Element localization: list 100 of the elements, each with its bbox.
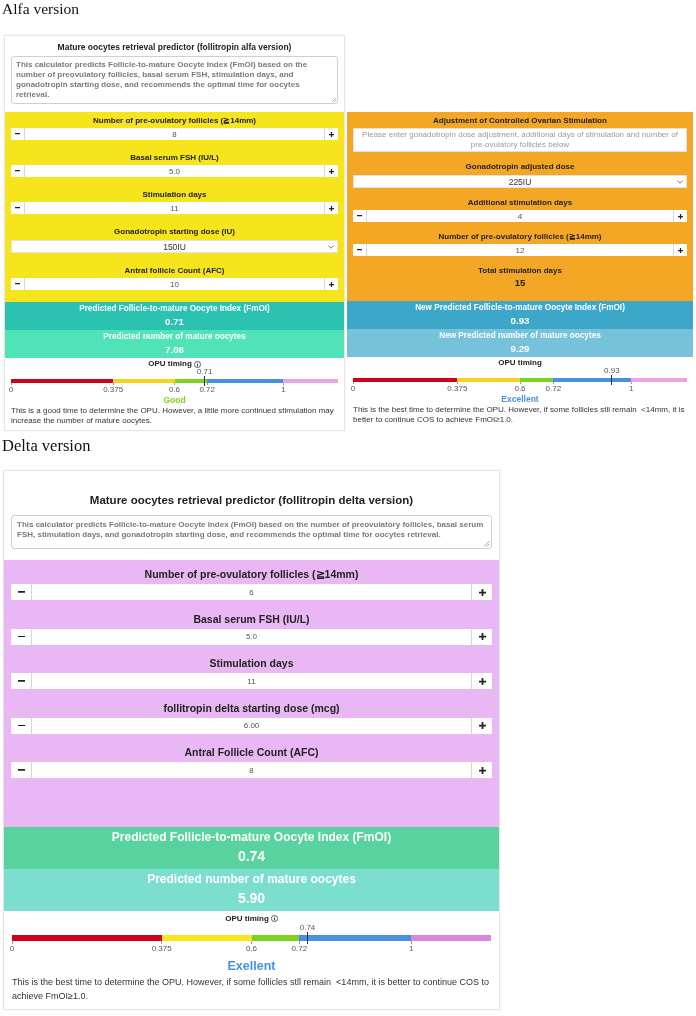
info-icon[interactable] [193, 360, 201, 368]
increment-button[interactable] [471, 628, 492, 645]
resize-handle-icon[interactable] [484, 541, 490, 547]
field-label: Number of pre-ovulatory follicles (≧14mm) [143, 567, 360, 582]
increment-button[interactable] [324, 128, 338, 140]
tick-label: 0.375 [447, 384, 468, 393]
field-label: Gonadotropin starting dose (IU) [113, 226, 236, 238]
minus-icon [357, 249, 362, 251]
decrement-button[interactable] [11, 202, 25, 214]
number-field[interactable]: 10 [25, 278, 324, 290]
result-value: 0.74 [236, 847, 267, 866]
verdict-label: Excellent [500, 393, 540, 405]
number-field[interactable]: 12 [367, 244, 673, 256]
plus-icon [329, 281, 334, 287]
plus-icon [329, 168, 334, 174]
number-field[interactable]: 4 [367, 210, 673, 222]
field-label: Stimulation days [208, 656, 295, 671]
dropdown-field[interactable]: 225IU [353, 175, 687, 188]
number-field[interactable]: 8 [32, 762, 471, 778]
increment-button[interactable] [673, 244, 687, 256]
plus-icon [678, 247, 683, 253]
result-value: 0.71 [164, 315, 185, 329]
recommendation-text: This is the best time to determine the OPU. However, if some follicles stll remain <14mm, it is better to continue COS to achieve FmOI≥1.0. [12, 976, 490, 1003]
number-field[interactable]: 5.0 [25, 165, 324, 177]
increment-button[interactable] [324, 165, 338, 177]
decrement-button[interactable] [11, 128, 25, 140]
resize-handle-icon[interactable] [332, 98, 336, 102]
result-value: 9.29 [509, 342, 531, 356]
verdict-label: Good [162, 394, 187, 406]
number-field[interactable]: 5.0 [32, 628, 471, 645]
plus-icon [478, 677, 486, 685]
tick-label: 0.6 [168, 385, 181, 394]
minus-icon [17, 591, 25, 593]
number-field[interactable]: 11 [32, 673, 471, 689]
verdict-label: Exellent [226, 958, 277, 975]
decrement-button[interactable] [11, 278, 25, 290]
tick-label: 0.72 [291, 944, 308, 953]
number-field[interactable]: 6.00 [32, 717, 471, 734]
plus-icon [478, 766, 486, 774]
info-icon[interactable] [270, 915, 278, 922]
tick-label: 0 [9, 944, 15, 953]
result-value: 7.08 [164, 343, 185, 357]
description-field[interactable]: This calculator predicts Follicle-to-mature Oocyte Index (FmOI) based on the number of preovulatory follicles, basal serum FSH, stimulation days, and gonadotropin starting dose, and recommends the optimal time for oocytes retrieval. [11, 515, 492, 549]
field-label: Antral Follicle Count (AFC) [183, 745, 320, 760]
opu-timing-label: OPU timing [225, 913, 269, 924]
field-label: Gonadotropin adjusted dose [464, 161, 576, 173]
marker-value: 0.93 [604, 367, 620, 375]
increment-button[interactable] [324, 202, 338, 214]
decrement-button[interactable] [11, 762, 32, 778]
plus-icon [329, 205, 334, 211]
minus-icon [17, 769, 25, 771]
result-label: Predicted number of mature oocytes [146, 871, 357, 888]
number-field[interactable]: 8 [25, 128, 324, 140]
tick-label: 0.72 [199, 385, 215, 394]
plus-icon [678, 213, 683, 219]
field-label: Stimulation days [141, 189, 208, 201]
increment-button[interactable] [471, 717, 492, 734]
plus-icon [478, 633, 486, 640]
tick-label: 1 [629, 384, 634, 393]
field-label: Number of pre-ovulatory follicles (≧14mm) [437, 231, 603, 243]
result-value: 0.93 [509, 314, 531, 328]
increment-button[interactable] [673, 210, 687, 222]
decrement-button[interactable] [353, 210, 367, 222]
decrement-button[interactable] [353, 244, 367, 256]
increment-button[interactable] [324, 278, 338, 290]
result-value: 5.90 [236, 889, 267, 908]
caret-down-icon [677, 179, 683, 184]
result-label: New Predicted number of mature oocytes [438, 330, 602, 342]
caret-down-icon [328, 244, 334, 249]
calculator-title: Mature oocytes retrieval predictor (follitropin alfa version) [56, 41, 293, 53]
minus-icon [15, 283, 20, 285]
description-field[interactable]: This calculator predicts Follicle-to-mature Oocyte Index (FmOI) based on the number of preovulatory follicles, basal serum FSH, stimulation days, and gonadotropin starting dose, and recommends the optimal time for oocytes retrieval. [11, 56, 338, 104]
tick-label: 0.6 [245, 944, 258, 953]
minus-icon [15, 207, 20, 209]
number-field[interactable]: 6 [32, 584, 471, 600]
field-label: Total stimulation days [477, 265, 563, 277]
section-heading: Delta version [2, 437, 92, 455]
field-label: follitropin delta starting dose (mcg) [162, 700, 341, 716]
increment-button[interactable] [471, 673, 492, 689]
dropdown-field[interactable]: 150IU [11, 240, 338, 253]
decrement-button[interactable] [11, 165, 25, 177]
increment-button[interactable] [471, 584, 492, 600]
total-days-value: 15 [513, 277, 527, 289]
field-label: Additional stimulation days [466, 197, 574, 209]
plus-icon [478, 588, 486, 596]
tick-label: 1 [281, 385, 286, 394]
decrement-button[interactable] [11, 584, 32, 600]
tick-label: 0 [350, 384, 356, 393]
tick-label: 0.72 [545, 384, 562, 393]
decrement-button[interactable] [11, 673, 32, 689]
marker-value: 0.71 [196, 368, 213, 376]
recommendation-text: This is the best time to determine the OPU. However, if some follicles stll remain <14mm, it is better to continue COS to achieve FmOI≥1.0. [353, 405, 686, 425]
increment-button[interactable] [471, 762, 492, 778]
minus-icon [17, 635, 25, 638]
number-field[interactable]: 11 [25, 202, 324, 214]
minus-icon [15, 170, 20, 172]
field-label: Antral follicle Count (AFC) [123, 265, 226, 277]
field-label: Adjustment of Controlled Ovarian Stimulation [432, 115, 608, 127]
opu-timing-label: OPU timing [148, 359, 192, 369]
tick-label: 1 [408, 944, 414, 953]
